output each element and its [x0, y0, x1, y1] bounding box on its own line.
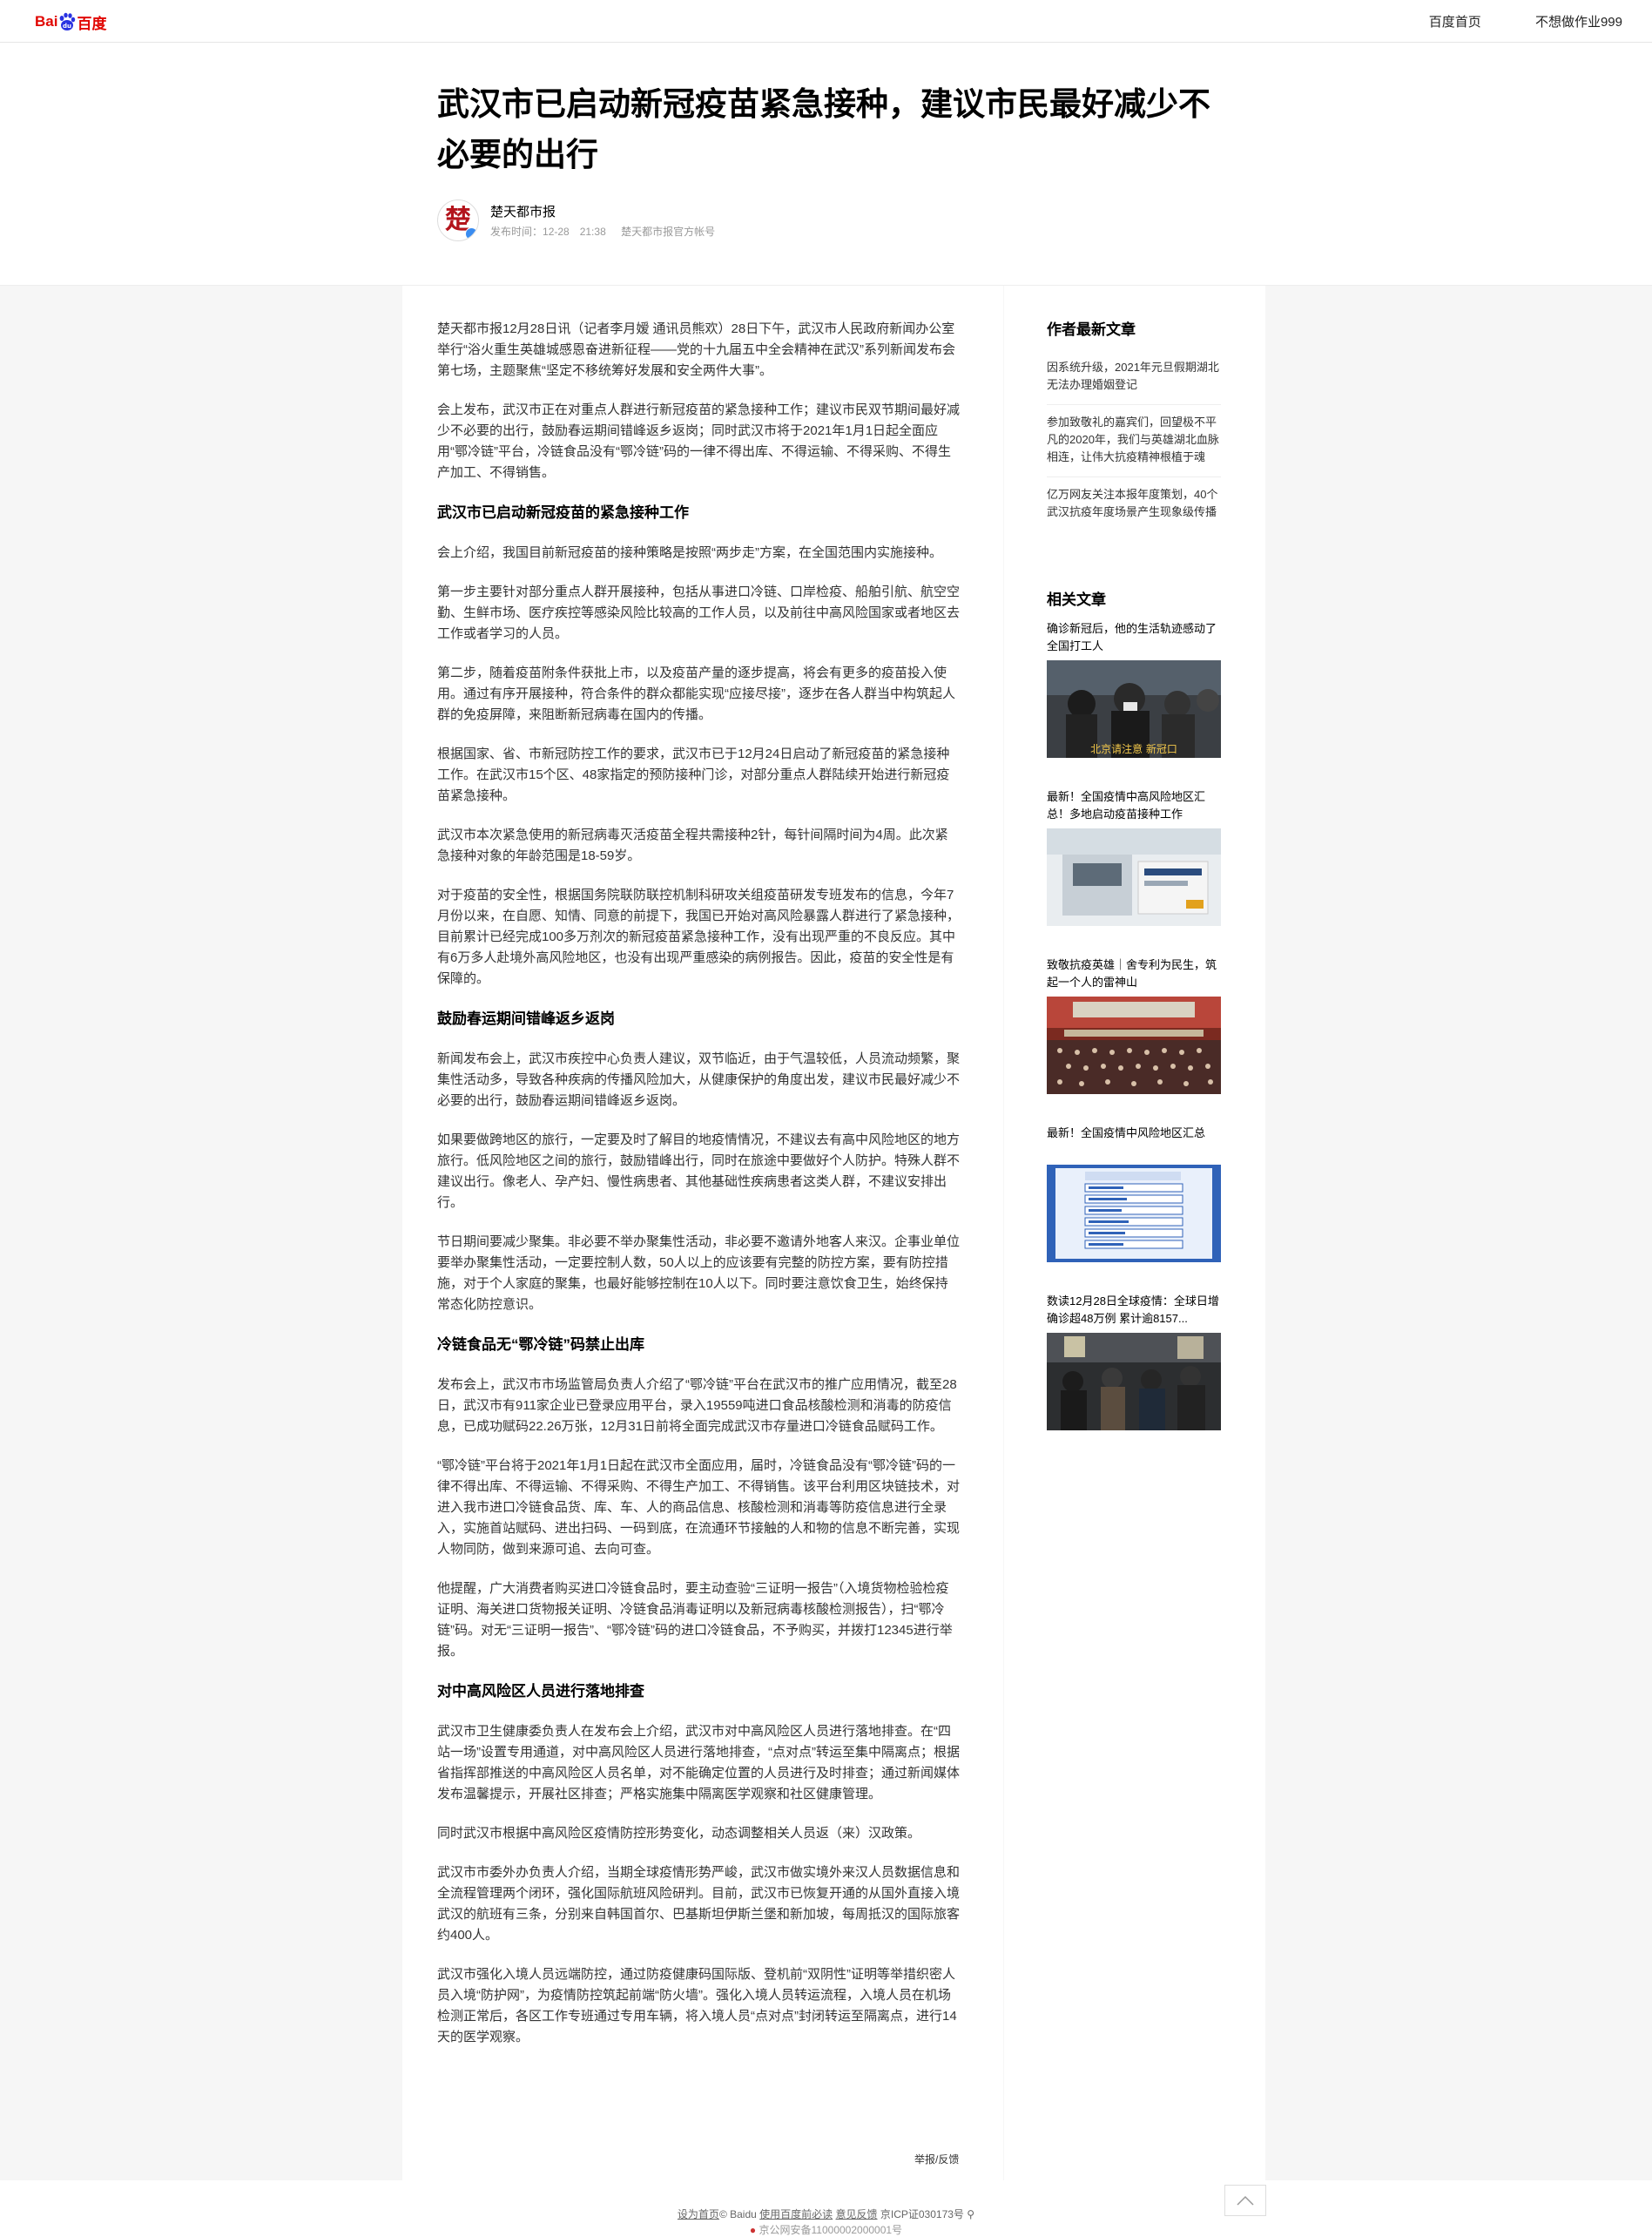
logo-text-right: 百度 — [77, 15, 107, 32]
article-paragraph: 对于疫苗的安全性，根据国务院联防联控机制科研攻关组疫苗研发专班发布的信息，今年7… — [437, 888, 961, 986]
article-paragraph: 武汉市市委外办负责人介绍，当期全球疫情形势严峻，武汉市做实境外来汉人员数据信息和… — [437, 1865, 961, 1943]
latest-item[interactable]: 亿万网友关注本报年度策划，40个武汉抗疫年度场景产生现象级传播 — [1047, 477, 1221, 531]
chevron-up-icon — [1237, 2195, 1254, 2206]
article-paragraph: 发布会上，武汉市市场监管局负责人介绍了“鄂冷链”平台在武汉市的推广应用情况，截至… — [437, 1377, 957, 1434]
article-paragraph: 第一步主要针对部分重点人群开展接种，包括从事进口冷链、口岸检疫、船舶引航、航空空… — [437, 585, 961, 641]
article-paragraph: 他提醒，广大消费者购买进口冷链食品时，要主动查验“三证明一报告”（入境货物检验检… — [437, 1581, 953, 1659]
nav-user[interactable]: 不想做作业999 — [1535, 15, 1622, 30]
article-body: 楚天都市报12月28日讯（记者李月嫒 通讯员熊欢）28日下午，武汉市人民政府新闻… — [402, 286, 1003, 2180]
svg-text:du: du — [63, 23, 71, 30]
verified-icon — [465, 227, 478, 240]
related-title[interactable]: 最新！全国疫情中高风险地区汇总！多地启动疫苗接种工作 — [1047, 788, 1221, 823]
latest-heading: 作者最新文章 — [1047, 321, 1136, 338]
article-paragraph: 武汉市卫生健康委负责人在发布会上介绍，武汉市对中高风险区人员进行落地排查。在“四… — [437, 1724, 961, 1801]
related-title[interactable]: 致敬抗疫英雄｜舍专利为民生，筑起一个人的雷神山 — [1047, 956, 1221, 991]
police-icon: ● — [749, 2224, 757, 2236]
author-avatar[interactable]: 楚 — [437, 199, 479, 241]
article-text: 楚天都市报12月28日讯（记者李月嫒 通讯员熊欢）28日下午，武汉市人民政府新闻… — [437, 319, 960, 2066]
baidu-logo[interactable]: Bai du 百度 — [35, 10, 106, 33]
footer-icp: 京ICP证030173号 — [880, 2208, 964, 2220]
article-paragraph: 节日期间要减少聚集。非必要不举办聚集性活动，非必要不邀请外地客人来汉。企事业单位… — [437, 1234, 961, 1312]
publish-label-text: 发布时间： — [490, 226, 543, 238]
latest-item[interactable]: 参加致敬礼的嘉宾们，回望极不平凡的2020年，我们与英雄湖北血脉相连，让伟大抗疫… — [1047, 405, 1221, 477]
footer-set-home[interactable]: 设为首页 — [678, 2208, 719, 2220]
related-title[interactable]: 数读12月28日全球疫情：全球日增确诊超48万例 累计逾8157... — [1047, 1293, 1221, 1328]
related-thumbnail[interactable] — [1047, 1333, 1221, 1430]
thumb-caption: 北京请注意 新冠口 — [1090, 742, 1177, 755]
section-heading: 对中高风险区人员进行落地排查 — [437, 1683, 644, 1700]
logo-text-left: Bai — [35, 13, 58, 30]
footer-copyright: © Baidu — [718, 2208, 757, 2220]
author-name[interactable]: 楚天都市报 — [490, 202, 556, 220]
related-item[interactable]: 最新！全国疫情中风险地区汇总 — [1047, 1125, 1221, 1267]
paw-icon: du — [60, 12, 76, 30]
related-title[interactable]: 确诊新冠后，他的生活轨迹感动了全国打工人 — [1047, 620, 1221, 655]
related-item[interactable]: 最新！全国疫情中高风险地区汇总！多地启动疫苗接种工作 — [1047, 788, 1221, 930]
article-paragraph: 根据国家、省、市新冠防控工作的要求，武汉市已于12月24日启动了新冠疫苗的紧急接… — [437, 747, 950, 803]
section-heading: 鼓励春运期间错峰返乡返岗 — [437, 1010, 615, 1027]
report-link[interactable]: 举报/反馈 — [914, 2152, 959, 2166]
top-nav: 百度首页 不想做作业999 — [1379, 12, 1622, 30]
section-heading: 冷链食品无“鄂冷链”码禁止出库 — [437, 1336, 644, 1353]
related-heading: 相关文章 — [1047, 591, 1106, 608]
footer: 设为首页© Baidu 使用百度前必读 意见反馈 京ICP证030173号 ⚲ … — [0, 2180, 1652, 2236]
related-item[interactable]: 致敬抗疫英雄｜舍专利为民生，筑起一个人的雷神山 — [1047, 956, 1221, 1098]
section-heading: 武汉市已启动新冠疫苗的紧急接种工作 — [437, 504, 689, 521]
related-thumbnail[interactable]: 北京请注意 新冠口 — [1047, 660, 1221, 758]
article-paragraph: 会上发布，武汉市正在对重点人群进行新冠疫苗的紧急接种工作；建议市民双节期间最好减… — [437, 402, 961, 480]
footer-must-read[interactable]: 使用百度前必读 — [759, 2208, 833, 2220]
article-paragraph: 会上介绍，我国目前新冠疫苗的接种策略是按照“两步走”方案，在全国范围内实施接种。 — [437, 545, 942, 560]
latest-list: 因系统升级，2021年元旦假期湖北无法办理婚姻登记 参加致敬礼的嘉宾们，回望极不… — [1047, 350, 1221, 531]
footer-feedback[interactable]: 意见反馈 — [836, 2208, 878, 2220]
location-icon: ⚲ — [967, 2208, 975, 2220]
article-title: 武汉市已启动新冠疫苗紧急接种，建议市民最好减少不必要的出行 — [437, 86, 1210, 172]
article-header: 武汉市已启动新冠疫苗紧急接种，建议市民最好减少不必要的出行 楚 楚天都市报 发布… — [0, 43, 1652, 286]
nav-baidu-home[interactable]: 百度首页 — [1429, 15, 1481, 30]
related-item[interactable]: 确诊新冠后，他的生活轨迹感动了全国打工人 北京请注意 新冠口 — [1047, 620, 1221, 762]
publish-time: 12-28 21:38 — [543, 226, 606, 238]
account-label: 楚天都市报官方帐号 — [621, 226, 716, 238]
article-paragraph: 武汉市本次紧急使用的新冠病毒灭活疫苗全程共需接种2针，每针间隔时间为4周。此次紧… — [437, 828, 948, 863]
related-thumbnail[interactable] — [1047, 1165, 1221, 1262]
back-to-top-button[interactable] — [1224, 2185, 1266, 2216]
related-thumbnail[interactable] — [1047, 997, 1221, 1094]
article-paragraph: 新闻发布会上，武汉市疾控中心负责人建议，双节临近，由于气温较低，人员流动频繁，聚… — [437, 1051, 961, 1108]
publish-label: 发布时间：12-28 21:38 — [490, 226, 606, 238]
article-paragraph: 楚天都市报12月28日讯（记者李月嫒 通讯员熊欢）28日下午，武汉市人民政府新闻… — [437, 321, 955, 378]
article-paragraph: 同时武汉市根据中高风险区疫情防控形势变化，动态调整相关人员返（来）汉政策。 — [437, 1826, 921, 1841]
article-paragraph: 第二步，随着疫苗附条件获批上市，以及疫苗产量的逐步提高，将会有更多的疫苗投入使用… — [437, 666, 955, 722]
footer-police: 京公网安备11000002000001号 — [759, 2224, 903, 2236]
article-paragraph: 武汉市强化入境人员远端防控，通过防疫健康码国际版、登机前“双阴性”证明等举措织密… — [437, 1967, 957, 2044]
related-item[interactable]: 数读12月28日全球疫情：全球日增确诊超48万例 累计逾8157... — [1047, 1293, 1221, 1435]
content-area: 楚天都市报12月28日讯（记者李月嫒 通讯员熊欢）28日下午，武汉市人民政府新闻… — [0, 286, 1652, 2180]
footer-links: 设为首页© Baidu 使用百度前必读 意见反馈 京ICP证030173号 ⚲ — [0, 2207, 1652, 2221]
article-paragraph: 如果要做跨地区的旅行，一定要及时了解目的地疫情情况，不建议去有高中风险地区的地方… — [437, 1132, 961, 1210]
article-paragraph: “鄂冷链”平台将于2021年1月1日起在武汉市全面应用，届时，冷链食品没有“鄂冷… — [437, 1458, 961, 1557]
related-thumbnail[interactable] — [1047, 828, 1221, 926]
latest-item[interactable]: 因系统升级，2021年元旦假期湖北无法办理婚姻登记 — [1047, 350, 1221, 405]
article-meta: 发布时间：12-28 21:38 楚天都市报官方帐号 — [490, 224, 727, 239]
sidebar: 作者最新文章 因系统升级，2021年元旦假期湖北无法办理婚姻登记 参加致敬礼的嘉… — [1004, 286, 1265, 2180]
top-bar: Bai du 百度 百度首页 不想做作业999 — [0, 0, 1652, 43]
related-title[interactable]: 最新！全国疫情中风险地区汇总 — [1047, 1125, 1221, 1159]
footer-police-row: ● 京公网安备11000002000001号 — [0, 2222, 1652, 2237]
